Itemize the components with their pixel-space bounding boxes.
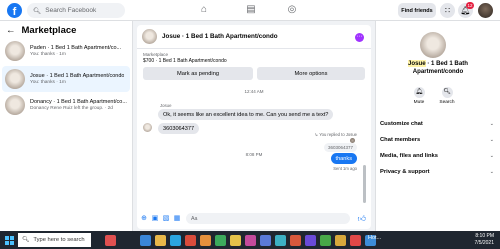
mute-button[interactable]: 🔔︎ Mute [404,87,434,105]
chevron-down-icon: ⌄ [489,168,494,175]
conversation-info-panel: Josue · 1 Bed 1 Bath Apartment/condo 🔔︎ … [375,21,500,231]
marketplace-icon[interactable]: ▤ [245,4,257,16]
chat-title[interactable]: Josue · 1 Bed 1 Bath Apartment/condo [162,33,278,40]
avatar [5,41,25,61]
search-icon: 🔍︎ [22,237,30,243]
listing-summary[interactable]: $700 · 1 Bed 1 Bath Apartment/condo [143,58,227,64]
avatar [420,32,446,58]
taskbar-search-input[interactable]: 🔍︎ Type here to search [18,233,91,247]
app-icon[interactable] [260,234,271,246]
message-composer: ⊕ ▣ ▧ ▦ Aa 👍︎ [137,208,371,229]
conversation-item-donancy[interactable]: Donancy · 1 Bed 1 Bath Apartment/co... D… [2,92,130,118]
customize-chat-row[interactable]: Customize chat ⌄ [380,116,497,131]
more-options-button[interactable]: More options [257,67,365,80]
app-icon[interactable] [155,234,166,246]
timestamp: 12:44 AM [244,89,264,94]
profile-avatar[interactable] [478,3,493,18]
file-explorer-icon[interactable] [230,234,241,246]
app-icon[interactable] [335,234,346,246]
chevron-down-icon: ⌄ [489,136,494,143]
app-icon[interactable] [320,234,331,246]
search-icon: 🔍︎ [441,87,453,98]
thumbs-up-icon[interactable]: 👍︎ [358,214,366,224]
app-icon[interactable] [275,234,286,246]
more-info-icon[interactable]: ⋯ [355,33,364,42]
top-navbar: f 🔍︎ Search Facebook ⌂ ▤ ◎ Find friends … [0,0,500,21]
incoming-message[interactable]: Ok, it seems like an excellent idea to m… [158,109,334,120]
edge-icon[interactable] [170,234,181,246]
task-view-icon[interactable] [140,234,151,246]
chrome-icon[interactable] [185,234,196,246]
windows-taskbar: 🔍︎ Type here to search Hot... 8:10 PM 7/… [0,231,500,249]
home-icon[interactable]: ⌂ [198,4,210,16]
bike-icon [105,234,116,246]
reply-indicator: ↳ You replied to Josue [314,132,357,137]
conversation-item-paden[interactable]: Paden · 1 Bed 1 Bath Apartment/co... You… [2,38,130,64]
message-input[interactable]: Aa [186,213,350,224]
chevron-down-icon: ⌄ [489,120,494,127]
quoted-message[interactable]: 3603064377 [323,143,357,152]
avatar[interactable] [142,29,157,44]
system-clock[interactable]: 8:10 PM 7/5/2021 [475,233,494,247]
app-icon[interactable] [200,234,211,246]
avatar [5,69,25,89]
chat-window: Josue · 1 Bed 1 Bath Apartment/condo ⋯ M… [137,25,371,229]
privacy-support-row[interactable]: Privacy & support ⌄ [380,164,497,179]
chevron-down-icon: ⌄ [489,152,494,159]
conversation-preview: Donancy Rene Ruiz left the group. · 2d [30,106,113,111]
scrollbar[interactable] [363,165,366,203]
sticker-icon[interactable]: ▧ [162,215,170,223]
app-icon[interactable] [215,234,226,246]
notification-badge: 12 [466,2,474,9]
search-icon: 🔍︎ [33,7,42,15]
chat-header: Josue · 1 Bed 1 Bath Apartment/condo ⋯ [137,25,371,49]
search-button[interactable]: 🔍︎ Search [432,87,462,105]
outgoing-message[interactable]: thanks [330,153,357,164]
bell-icon: 🔔︎ [413,87,425,98]
app-icon[interactable] [245,234,256,246]
marketplace-label: Marketplace [143,52,169,57]
weather-widget[interactable]: Hot... [368,235,381,241]
conversation-list-panel: ← Marketplace Paden · 1 Bed 1 Bath Apart… [0,21,133,231]
conversation-preview: You: thanks · 1m [30,52,66,57]
back-arrow-icon[interactable]: ← [6,25,16,36]
gif-icon[interactable]: ▦ [173,215,181,223]
image-icon[interactable]: ▣ [151,215,159,223]
conversation-preview: You: thanks · 1m [30,80,66,85]
media-files-links-row[interactable]: Media, files and links ⌄ [380,148,497,163]
app-icon[interactable] [290,234,301,246]
conversation-name: Paden · 1 Bed 1 Bath Apartment/co... [30,45,122,51]
incoming-message[interactable]: 3603064377 [158,123,200,134]
sent-status: Sent 1m ago [333,166,357,171]
mark-as-pending-button[interactable]: Mark as pending [143,67,253,80]
panel-title: ← Marketplace [6,25,77,36]
conversation-title: Josue · 1 Bed 1 Bath Apartment/condo [408,60,468,75]
find-friends-button[interactable]: Find friends [398,3,436,18]
sender-avatar [143,123,152,132]
groups-icon[interactable]: ◎ [286,4,298,16]
conversation-item-josue[interactable]: Josue · 1 Bed 1 Bath Apartment/condo You… [2,66,130,92]
chat-members-row[interactable]: Chat members ⌄ [380,132,497,147]
app-icon[interactable] [350,234,361,246]
facebook-logo[interactable]: f [7,3,22,18]
menu-grid-icon[interactable]: ∷ [440,3,455,18]
app-icon[interactable] [305,234,316,246]
sender-name: Josue [160,103,172,108]
avatar [5,95,25,115]
search-input[interactable]: 🔍︎ Search Facebook [27,3,125,18]
windows-start-icon[interactable] [5,235,14,245]
conversation-name: Donancy · 1 Bed 1 Bath Apartment/co... [30,99,127,105]
plus-icon[interactable]: ⊕ [140,215,148,223]
conversation-name: Josue · 1 Bed 1 Bath Apartment/condo [30,73,125,79]
